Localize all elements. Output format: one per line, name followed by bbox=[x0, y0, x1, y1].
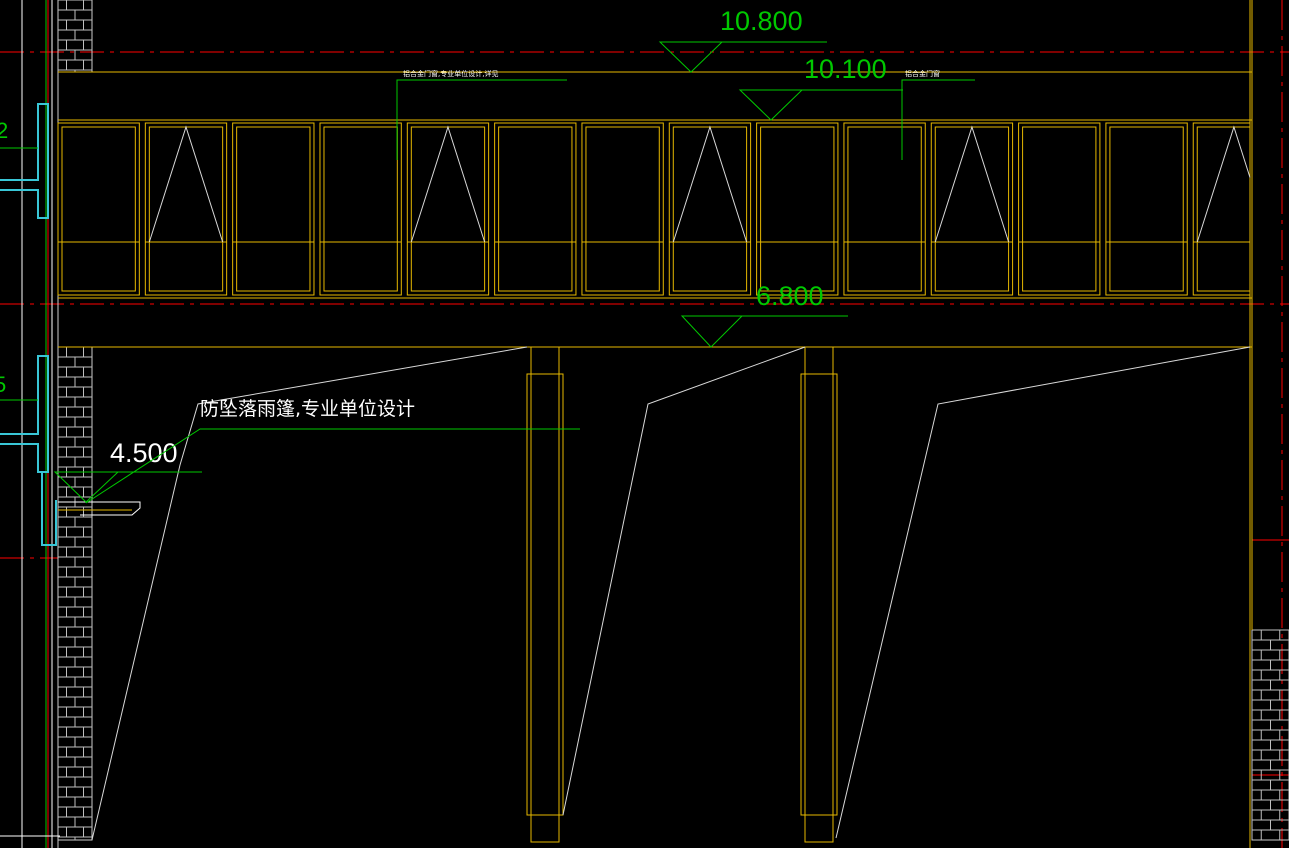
window-panel bbox=[1105, 122, 1188, 296]
window-panel bbox=[668, 122, 752, 296]
elevation-label-10100: 10.100 bbox=[804, 54, 887, 84]
window-opening-mark bbox=[1196, 125, 1251, 243]
window-panel bbox=[494, 122, 577, 296]
left-brick-wall bbox=[57, 0, 93, 841]
cad-drawing-canvas[interactable]: 2 5 10.800 10.100 6.800 4.500 铝合金门窗,专业单位… bbox=[0, 0, 1289, 848]
upper-right-note: 铝合金门窗 bbox=[905, 69, 940, 78]
elevation-mark-10800: 10.800 bbox=[658, 6, 827, 73]
window-panel bbox=[319, 122, 402, 296]
window-opening-mark bbox=[148, 125, 224, 243]
window-panel bbox=[930, 122, 1014, 296]
window-panel bbox=[144, 122, 228, 296]
elevation-label-4500: 4.500 bbox=[110, 438, 178, 468]
elevation-label-10800: 10.800 bbox=[720, 6, 803, 36]
elevation-label-6800: 6.800 bbox=[756, 281, 824, 311]
window-panel bbox=[57, 122, 140, 296]
window-panels bbox=[57, 122, 1251, 296]
columns bbox=[526, 346, 838, 843]
window-panel bbox=[1192, 122, 1251, 296]
elevation-mark-4500: 4.500 bbox=[53, 438, 202, 503]
canopy-lines bbox=[91, 346, 1251, 841]
window-opening-mark bbox=[410, 125, 486, 243]
column-right bbox=[804, 346, 834, 843]
canopy-note: 防坠落雨篷,专业单位设计 bbox=[200, 398, 415, 420]
window-panel bbox=[232, 122, 315, 296]
left-edge-label-lower: 5 bbox=[0, 372, 6, 397]
upper-leader-note: 铝合金门窗,专业单位设计,详见 bbox=[403, 69, 498, 78]
right-brick-wall bbox=[1251, 629, 1289, 841]
window-panel bbox=[406, 122, 490, 296]
window-panel bbox=[756, 122, 839, 296]
window-opening-mark bbox=[672, 125, 748, 243]
window-panel bbox=[843, 122, 926, 296]
column-left bbox=[530, 346, 560, 843]
canopy-4500 bbox=[58, 501, 141, 516]
window-panel bbox=[581, 122, 664, 296]
window-panel bbox=[1018, 122, 1101, 296]
window-opening-mark bbox=[934, 125, 1010, 243]
left-structure-lines bbox=[0, 0, 60, 848]
elevation-mark-10100: 10.100 bbox=[738, 54, 903, 121]
left-edge-label-upper: 2 bbox=[0, 118, 8, 143]
